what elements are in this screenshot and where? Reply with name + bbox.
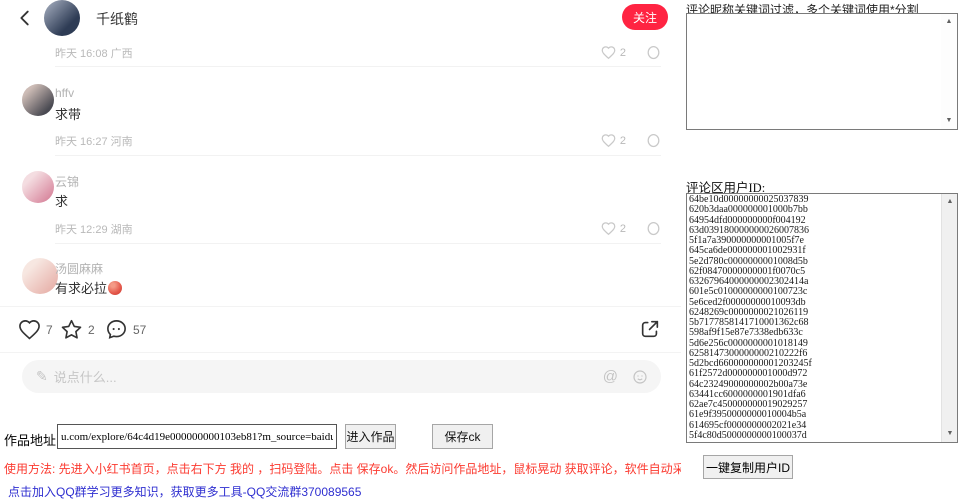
scroll-up-icon[interactable]: ▲ [941, 15, 957, 29]
post-meta-row: 昨天 16:08 广西 2 [55, 45, 661, 61]
app-window: 千纸鹤 关注 昨天 16:08 广西 2 hffv 求带 昨天 16:27 河南 [0, 0, 975, 499]
commenter-name[interactable]: 汤圆麻麻 [55, 260, 103, 277]
collect-count: 2 [88, 323, 95, 337]
comment-input[interactable]: ✎ 说点什么... @ [22, 360, 661, 393]
avatar[interactable] [22, 84, 54, 116]
like-count: 7 [46, 323, 53, 337]
divider [0, 352, 681, 353]
share-icon[interactable] [639, 318, 662, 341]
scroll-down-icon[interactable]: ▼ [941, 114, 957, 128]
emoji-smiley-icon[interactable] [632, 369, 647, 384]
heart-icon[interactable] [601, 133, 616, 148]
avatar[interactable] [22, 258, 58, 294]
like-count: 2 [620, 135, 626, 147]
back-icon[interactable] [14, 7, 36, 29]
like-count: 2 [620, 47, 626, 59]
mention-at-icon[interactable]: @ [603, 368, 618, 385]
commenter-name[interactable]: hffv [55, 86, 74, 100]
comment-meta: 昨天 12:29 湖南 [55, 224, 133, 236]
copy-user-ids-button[interactable]: 一键复制用户ID [703, 455, 793, 479]
comment-panel: 千纸鹤 关注 昨天 16:08 广西 2 hffv 求带 昨天 16:27 河南 [0, 0, 681, 420]
comment-icon[interactable] [105, 318, 128, 341]
divider [55, 155, 661, 156]
comment-meta-row: 昨天 12:29 湖南 2 [55, 221, 661, 237]
comment-bubble-icon[interactable] [646, 133, 661, 148]
keyword-filter-textarea[interactable]: ▲ ▼ [686, 13, 958, 130]
tool-footer: 作品地址: 进入作品 保存ck 使用方法: 先进入小红书首页，点击右下方 我的 … [0, 420, 681, 499]
heart-icon[interactable] [601, 221, 616, 236]
url-label: 作品地址: [4, 430, 60, 449]
save-ck-button[interactable]: 保存ck [432, 424, 493, 449]
user-id-listbox[interactable]: 64be10d00000000025037839 620b3daa0000000… [686, 193, 958, 443]
divider [55, 243, 661, 244]
avatar[interactable] [22, 171, 54, 203]
qq-group-link[interactable]: 点击加入QQ群学习更多知识，获取更多工具-QQ交流群370089565 [8, 483, 361, 499]
emoji-sticker-icon [108, 281, 122, 295]
post-meta: 昨天 16:08 广西 [55, 48, 133, 60]
scrollbar[interactable]: ▲ ▼ [941, 194, 957, 442]
author-name[interactable]: 千纸鹤 [96, 9, 138, 29]
scrollbar[interactable]: ▲ ▼ [941, 14, 957, 129]
user-id-list: 64be10d00000000025037839 620b3daa0000000… [689, 195, 937, 441]
comment-text: 有求必拉 [55, 278, 122, 297]
post-url-input[interactable] [57, 424, 337, 449]
comment-meta-row: 昨天 16:27 河南 2 [55, 133, 661, 149]
comment-text: 求带 [55, 104, 81, 123]
like-count: 2 [620, 223, 626, 235]
scroll-up-icon[interactable]: ▲ [942, 195, 958, 209]
comment-text: 求 [55, 191, 68, 210]
enter-post-button[interactable]: 进入作品 [345, 424, 396, 449]
heart-icon[interactable] [601, 45, 616, 60]
follow-button[interactable]: 关注 [622, 4, 668, 30]
usage-instructions: 使用方法: 先进入小红书首页，点击右下方 我的 ，扫码登陆。点击 保存ok。然后… [4, 460, 681, 477]
collect-star-icon[interactable] [60, 318, 83, 341]
id-tool-panel: 评论昵称关键词过滤，多个关键词使用*分割 ▲ ▼ 评论区用户ID: 64be10… [681, 0, 975, 499]
comment-input-placeholder: 说点什么... [54, 367, 603, 386]
action-bar: 7 2 57 [0, 314, 681, 348]
post-header: 千纸鹤 关注 [0, 0, 681, 38]
comment-bubble-icon[interactable] [646, 221, 661, 236]
pencil-icon: ✎ [36, 368, 48, 385]
comment-meta: 昨天 16:27 河南 [55, 136, 133, 148]
scroll-down-icon[interactable]: ▼ [942, 427, 958, 441]
avatar[interactable] [44, 0, 80, 36]
comment-count: 57 [133, 323, 146, 337]
like-icon[interactable] [18, 318, 41, 341]
divider [55, 66, 661, 67]
commenter-name[interactable]: 云锦 [55, 173, 79, 190]
comment-bubble-icon[interactable] [646, 45, 661, 60]
divider [0, 306, 681, 307]
